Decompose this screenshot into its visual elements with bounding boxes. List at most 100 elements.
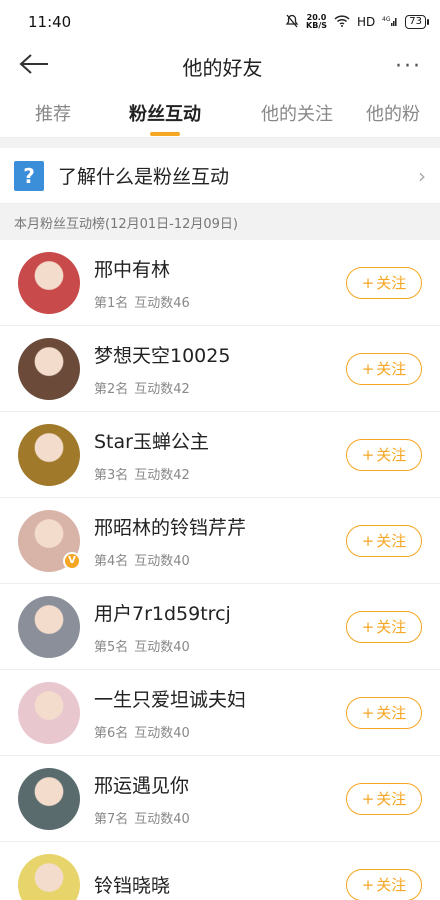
user-meta: 第6名 互动数40 [94,722,346,741]
net-speed-unit: KB/S [306,21,327,30]
user-meta: 第1名 互动数46 [94,292,346,311]
follow-button[interactable]: + 关注 [346,782,422,815]
avatar-image [18,337,80,400]
list-item[interactable]: 一生只爱坦诚夫妇第6名 互动数40 + 关注 [0,670,440,756]
info-text: 了解什么是粉丝互动 [58,166,230,188]
interaction-count: 互动数40 [134,639,190,655]
user-name[interactable]: Star玉蝉公主 [94,427,346,454]
rank-label: 第5名 [94,639,129,655]
user-meta: 第2名 互动数42 [94,378,346,397]
user-name[interactable]: 梦想天空10025 [94,341,346,368]
list-item[interactable]: 铃铛晓晓 + 关注 [0,842,440,900]
battery-icon: 73 [405,15,429,29]
user-meta: 第7名 互动数40 [94,808,346,827]
list-item[interactable]: V 邢昭林的铃铛芹芹 第4名 互动数40 + 关注 [0,498,440,584]
rank-label: 第7名 [94,811,129,827]
list-item[interactable]: 邢中有林 第1名 互动数46 + 关注 [0,240,440,326]
follow-label: 关注 [376,790,407,808]
user-name[interactable]: 邢昭林的铃铛芹芹 [94,513,346,540]
status-icons: 20.0 KB/S HD 4G 73 [285,14,429,31]
tab-recommend[interactable]: 推荐 [35,100,71,126]
section-divider [0,138,440,148]
back-arrow-icon[interactable] [18,52,50,80]
signal-icon: 4G [382,15,398,30]
interaction-count: 互动数40 [134,811,190,827]
status-time: 11:40 [28,13,72,31]
user-name[interactable]: 铃铛晓晓 [94,871,346,898]
svg-text:4G: 4G [382,16,391,23]
avatar[interactable] [18,681,80,744]
info-row[interactable]: ? 了解什么是粉丝互动 › [0,148,440,204]
interaction-count: 互动数42 [134,381,190,397]
net-speed: 20.0 KB/S [306,14,327,30]
plus-icon: + [361,617,375,636]
follow-button[interactable]: + 关注 [346,352,422,385]
interaction-count: 互动数40 [134,553,190,569]
avatar[interactable] [18,595,80,658]
follow-button[interactable]: + 关注 [346,524,422,557]
verified-badge-icon: V [63,551,81,570]
avatar[interactable] [18,251,80,314]
avatar-image [18,251,80,314]
avatar-image [18,681,80,744]
follow-label: 关注 [376,446,407,464]
nav-bar: 他的好友 ··· [0,44,440,88]
page-title: 他的好友 [182,55,263,80]
tab-his-following[interactable]: 他的关注 [261,100,333,126]
user-name[interactable]: 邢运遇见你 [94,771,346,798]
list-item[interactable]: Star玉蝉公主 第3名 互动数42 + 关注 [0,412,440,498]
follow-button[interactable]: + 关注 [346,610,422,643]
follow-button[interactable]: + 关注 [346,868,422,900]
list-item[interactable]: 用户7r1d59trcj 第5名 互动数40 + 关注 [0,584,440,670]
list-item[interactable]: 梦想天空10025 第2名 互动数42 + 关注 [0,326,440,412]
follow-button[interactable]: + 关注 [346,438,422,471]
status-bar: 11:40 20.0 KB/S HD 4G 73 [0,0,440,44]
user-name[interactable]: 一生只爱坦诚夫妇 [94,685,346,712]
user-info: 梦想天空10025 第2名 互动数42 [94,341,346,397]
user-info: 一生只爱坦诚夫妇第6名 互动数40 [94,685,346,741]
plus-icon: + [361,703,375,722]
avatar-image [18,853,80,900]
plus-icon: + [361,359,375,378]
plus-icon: + [361,445,375,464]
avatar[interactable] [18,423,80,486]
rank-header: 本月粉丝互动榜(12月01日-12月09日) [0,204,440,240]
user-name[interactable]: 用户7r1d59trcj [94,599,346,626]
list-item[interactable]: 邢运遇见你 第7名 互动数40 + 关注 [0,756,440,842]
avatar-image [18,767,80,830]
avatar-image [18,595,80,658]
more-options-icon[interactable]: ··· [395,54,422,79]
user-info: 铃铛晓晓 [94,871,346,898]
avatar[interactable] [18,853,80,900]
follow-button[interactable]: + 关注 [346,266,422,299]
follow-label: 关注 [376,532,407,550]
interaction-count: 互动数46 [134,295,190,311]
chevron-right-icon: › [418,163,426,188]
rank-label: 第4名 [94,553,129,569]
user-info: 邢中有林第1名 互动数46 [94,255,346,311]
plus-icon: + [361,531,375,550]
rank-label: 第3名 [94,467,129,483]
avatar[interactable] [18,337,80,400]
follow-label: 关注 [376,876,407,894]
rank-label: 第1名 [94,295,129,311]
tab-bar: 推荐 粉丝互动 他的关注 他的粉 [0,88,440,138]
user-info: 邢运遇见你第7名 互动数40 [94,771,346,827]
follow-button[interactable]: + 关注 [346,696,422,729]
avatar[interactable] [18,767,80,830]
user-meta: 第5名 互动数40 [94,636,346,655]
mute-icon [285,14,299,31]
user-list: 邢中有林 第1名 互动数46 + 关注 梦想天空10025 第2名 互动数42 + 关注 Star玉… [0,240,440,900]
wifi-icon [334,14,350,30]
rank-label: 第2名 [94,381,129,397]
rank-label: 第6名 [94,725,129,741]
network-type: HD [357,15,376,29]
plus-icon: + [361,789,375,808]
user-info: 邢昭林的铃铛芹芹第4名 互动数40 [94,513,346,569]
tab-fan-interaction[interactable]: 粉丝互动 [129,100,201,126]
user-name[interactable]: 邢中有林 [94,255,346,282]
user-meta: 第3名 互动数42 [94,464,346,483]
user-info: 用户7r1d59trcj 第5名 互动数40 [94,599,346,655]
avatar[interactable]: V [18,509,81,572]
tab-his-fans[interactable]: 他的粉 [366,100,420,126]
